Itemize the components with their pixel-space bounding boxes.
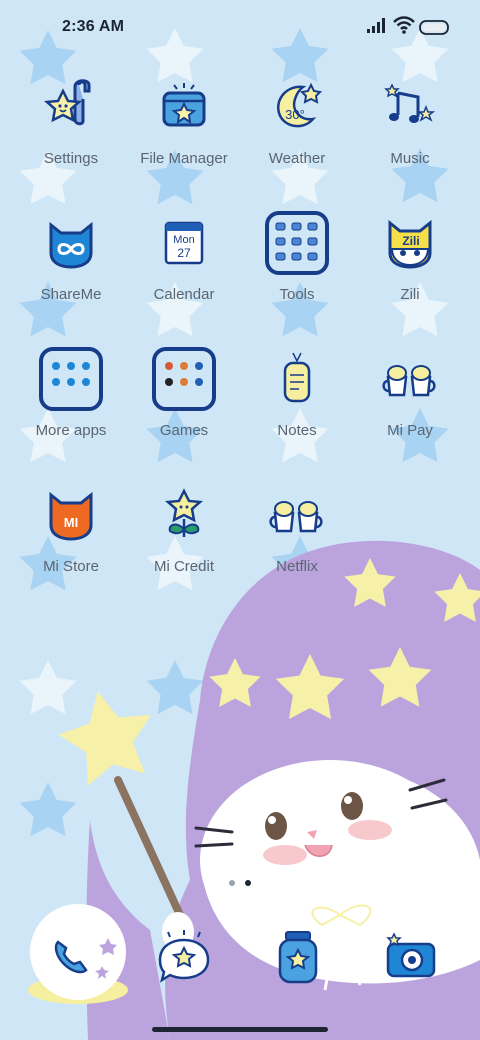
- page-indicator[interactable]: [226, 878, 256, 888]
- cat-share-icon: [36, 208, 106, 278]
- home-indicator[interactable]: [152, 1027, 328, 1032]
- app-mi-pay[interactable]: Mi Pay: [354, 344, 466, 454]
- app-calendar[interactable]: Mon 27 Calendar: [128, 208, 240, 318]
- status-time: 2:36 AM: [62, 18, 125, 35]
- home-screen: 2:36 AM Settings File Manager 30° Weathe…: [0, 0, 480, 1040]
- folder-games[interactable]: Games: [128, 344, 240, 454]
- app-weather[interactable]: 30° Weather: [241, 72, 353, 182]
- mugs-icon: [375, 344, 445, 414]
- app-music[interactable]: Music: [354, 72, 466, 182]
- status-bar: 2:36 AM: [0, 0, 480, 56]
- camera-icon: [386, 932, 436, 978]
- folder-star-icon: [149, 72, 219, 142]
- app-label: ShareMe: [40, 286, 102, 303]
- page-dot[interactable]: [229, 880, 235, 886]
- app-shareme[interactable]: ShareMe: [15, 208, 127, 318]
- app-netflix[interactable]: Netflix: [241, 480, 353, 590]
- moon-star-icon: 30°: [262, 72, 332, 142]
- jar-icon: [278, 931, 318, 984]
- dock-camera[interactable]: [380, 926, 444, 990]
- app-label: Mi Pay: [387, 422, 433, 439]
- chat-star-icon: [158, 930, 210, 983]
- folder-grid-icon: [149, 344, 219, 414]
- signal-icon: [367, 18, 385, 33]
- zili-cat-icon: Zili: [375, 208, 445, 278]
- app-label: Tools: [279, 286, 315, 303]
- music-notes-icon: [375, 72, 445, 142]
- star-flower-icon: [149, 480, 219, 550]
- mi-cat-icon: MI: [36, 480, 106, 550]
- app-label: File Manager: [140, 150, 228, 167]
- calendar-month: Mon: [173, 234, 194, 246]
- page-dot-active[interactable]: [245, 880, 251, 886]
- weather-temp: 30°: [285, 107, 305, 122]
- zili-logo-text: Zili: [402, 234, 419, 248]
- app-settings[interactable]: Settings: [15, 72, 127, 182]
- app-label: Music: [390, 150, 430, 167]
- folder-tools[interactable]: Tools: [241, 208, 353, 318]
- dock-phone[interactable]: [28, 902, 128, 1012]
- mi-logo-text: MI: [64, 515, 78, 530]
- app-label: Calendar: [153, 286, 215, 303]
- folder-more-apps[interactable]: More apps: [15, 344, 127, 454]
- app-label: Settings: [43, 150, 99, 167]
- app-label: Weather: [268, 150, 326, 167]
- app-zili[interactable]: Zili Zili: [354, 208, 466, 318]
- battery-icon: [419, 20, 449, 35]
- calendar-icon: Mon 27: [149, 208, 219, 278]
- app-label: Mi Store: [43, 558, 99, 575]
- phone-globe-icon: [28, 904, 128, 1004]
- app-notes[interactable]: Notes: [241, 344, 353, 454]
- dock-browser[interactable]: [266, 926, 330, 990]
- app-label: Notes: [277, 422, 317, 439]
- app-label: Zili: [400, 286, 420, 303]
- app-mi-store[interactable]: MI Mi Store: [15, 480, 127, 590]
- tag-note-icon: [262, 344, 332, 414]
- folder-grid-icon: [36, 344, 106, 414]
- dock-messages[interactable]: [152, 926, 216, 990]
- star-wrench-icon: [36, 72, 106, 142]
- app-label: More apps: [35, 422, 107, 439]
- calendar-day: 27: [177, 246, 191, 260]
- app-label: Mi Credit: [153, 558, 214, 575]
- folder-grid-icon: [262, 208, 332, 278]
- app-mi-credit[interactable]: Mi Credit: [128, 480, 240, 590]
- app-file-manager[interactable]: File Manager: [128, 72, 240, 182]
- mugs-icon: [262, 480, 332, 550]
- app-label: Games: [159, 422, 209, 439]
- app-label: Netflix: [276, 558, 318, 575]
- wifi-icon: [393, 16, 415, 34]
